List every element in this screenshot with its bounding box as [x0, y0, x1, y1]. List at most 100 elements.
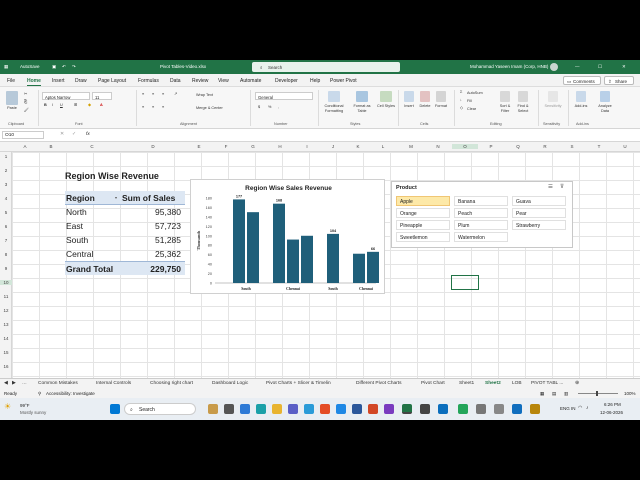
maximize-icon[interactable]: ☐ [598, 64, 602, 70]
sheet-tab[interactable]: Sheet1 [459, 381, 474, 386]
widgets-icon[interactable] [208, 404, 218, 414]
column-header[interactable]: B [38, 144, 64, 149]
active-cell[interactable] [451, 275, 479, 290]
slicer-item[interactable]: Plum [454, 220, 508, 230]
orientation-icon[interactable]: ↗ [174, 92, 177, 97]
sensitivity-icon[interactable] [548, 91, 558, 102]
weather-desc[interactable]: Mostly sunny [20, 410, 46, 415]
slicer-item[interactable]: Pear [512, 208, 566, 218]
delete-cells-icon[interactable] [420, 91, 430, 102]
column-header[interactable]: E [186, 144, 212, 149]
row-header[interactable]: 9 [0, 266, 12, 271]
sort-filter-label[interactable]: Sort & Filter [495, 104, 515, 113]
column-header[interactable]: R [532, 144, 558, 149]
font-size-select[interactable]: 11 [92, 92, 112, 100]
sheet-tab[interactable]: Internal Controls [96, 381, 131, 386]
pivot-header-row[interactable]: Region ▾ Sum of Sales [65, 191, 185, 205]
product-slicer[interactable]: Product ☰ ⊽ Apple Banana Guava Orange Pe… [391, 181, 573, 248]
wrap-text-button[interactable]: Wrap Text [196, 93, 213, 98]
add-sheet-icon[interactable]: ⊕ [575, 381, 579, 386]
slicer-item[interactable]: Pineapple [396, 220, 450, 230]
clear-icon[interactable]: ◇ [460, 106, 463, 111]
conditional-formatting-label[interactable]: Conditional Formatting [320, 104, 348, 113]
multi-select-icon[interactable]: ☰ [548, 184, 553, 190]
cancel-icon[interactable]: ✕ [60, 132, 64, 137]
row-header-active[interactable]: 10 [0, 280, 12, 285]
borders-icon[interactable]: ⊞ [74, 103, 77, 108]
tab-help[interactable]: Help [310, 78, 320, 84]
page-break-view-icon[interactable]: ▥ [564, 391, 568, 397]
column-header[interactable]: H [267, 144, 293, 149]
app-icon[interactable] [530, 404, 540, 414]
align-top-icon[interactable]: ≡ [142, 92, 144, 97]
fill-color-icon[interactable]: ◆ [88, 103, 91, 108]
tab-page-layout[interactable]: Page Layout [98, 78, 126, 84]
column-header[interactable]: U [612, 144, 638, 149]
slicer-item[interactable]: Banana [454, 196, 508, 206]
fill-label[interactable]: Fill [467, 99, 472, 104]
percent-icon[interactable]: % [268, 105, 271, 110]
powerpoint-icon[interactable] [368, 404, 378, 414]
excel-icon[interactable] [402, 404, 412, 414]
tab-file[interactable]: File [7, 78, 15, 84]
sheet-tab-active[interactable]: Sheet2 [485, 381, 501, 386]
insert-function-button[interactable]: fx [86, 132, 90, 137]
chrome-icon[interactable] [320, 404, 330, 414]
row-header[interactable]: 14 [0, 336, 12, 341]
windows-start-icon[interactable] [110, 404, 120, 414]
share-button[interactable]: ⇪ Share [604, 76, 634, 85]
select-all-corner[interactable] [0, 142, 12, 152]
tab-developer[interactable]: Developer [275, 78, 298, 84]
app-icon[interactable] [438, 404, 448, 414]
pivot-total-row[interactable]: Grand Total 229,750 [65, 261, 185, 275]
weather-temp[interactable]: 99°F [20, 403, 30, 408]
status-accessibility[interactable]: Accessibility: Investigate [46, 391, 95, 396]
find-select-icon[interactable] [518, 91, 528, 102]
sheet-tab[interactable]: Pivot Charts + Slicer & Timelin [266, 381, 331, 386]
app-icon[interactable] [494, 404, 504, 414]
slicer-item[interactable]: Sweetlemon [396, 232, 450, 242]
copy-icon[interactable]: ⎘ [24, 100, 27, 105]
sheet-tab[interactable]: Choosing right chart [150, 381, 193, 386]
tab-formulas[interactable]: Formulas [138, 78, 159, 84]
row-header[interactable]: 3 [0, 182, 12, 187]
outlook-icon[interactable] [304, 404, 314, 414]
pivot-row[interactable]: North 95,380 [65, 205, 185, 219]
format-as-table-label[interactable]: Format as Table [350, 104, 374, 113]
sensitivity-label[interactable]: Sensitivity [540, 104, 566, 109]
slicer-item[interactable]: Strawberry [512, 220, 566, 230]
zoom-level[interactable]: 100% [624, 391, 636, 396]
zoom-slider-thumb[interactable] [596, 391, 598, 396]
font-name-select[interactable]: Aptos Narrow [42, 92, 90, 100]
slicer-item[interactable]: Watermelon [454, 232, 508, 242]
column-header[interactable]: Q [505, 144, 531, 149]
cut-icon[interactable]: ✂ [24, 92, 27, 97]
tab-scroll-left-icon[interactable]: ◀ [4, 381, 8, 386]
onenote-icon[interactable] [384, 404, 394, 414]
format-as-table-icon[interactable] [356, 91, 368, 102]
find-select-label[interactable]: Find & Select [513, 104, 533, 113]
column-header[interactable]: K [345, 144, 371, 149]
fill-icon[interactable]: ↓ [460, 98, 462, 103]
normal-view-icon[interactable]: ▦ [540, 391, 544, 397]
align-bottom-icon[interactable]: ≡ [162, 92, 164, 97]
format-cells-icon[interactable] [436, 91, 446, 102]
pivot-row[interactable]: Central 25,362 [65, 247, 185, 261]
row-header[interactable]: 5 [0, 210, 12, 215]
sheet-tab[interactable]: Pivot Chart [421, 381, 445, 386]
tab-view[interactable]: View [218, 78, 229, 84]
tab-insert[interactable]: Insert [52, 78, 65, 84]
sheet-title[interactable]: Region Wise Revenue [65, 171, 159, 181]
wifi-icon[interactable]: ◠ [578, 405, 582, 411]
italic-icon[interactable]: I [52, 103, 53, 108]
column-header[interactable]: J [320, 144, 346, 149]
column-header[interactable]: M [398, 144, 424, 149]
redo-icon[interactable]: ↷ [72, 64, 76, 70]
format-cells-label[interactable]: Format [433, 104, 449, 109]
search-box[interactable]: ⌕ Search [252, 62, 400, 72]
app-icon[interactable] [512, 404, 522, 414]
clear-label[interactable]: Clear [467, 107, 476, 112]
taskbar-search[interactable]: ⌕ Search [124, 403, 196, 415]
sheet-tab[interactable]: Common Mistakes [38, 381, 78, 386]
tab-review[interactable]: Review [192, 78, 208, 84]
